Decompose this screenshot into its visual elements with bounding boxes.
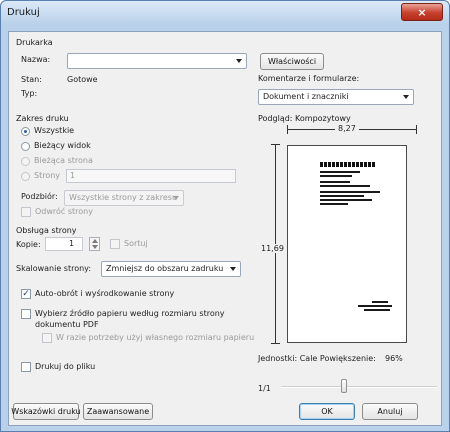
- range-pages-label: Strony: [34, 171, 61, 180]
- reverse-pages-label: Odwróć strony: [35, 207, 93, 216]
- scaling-select[interactable]: Zmniejsz do obszaru zadruku: [101, 261, 241, 277]
- chevron-down-icon: [173, 196, 179, 200]
- preview-text-line: [372, 301, 388, 303]
- copies-input[interactable]: 1: [45, 237, 83, 251]
- subset-value: Wszystkie strony z zakresu: [69, 193, 178, 202]
- print-to-file-label: Drukuj do pliku: [35, 362, 96, 371]
- preview-header-block: [320, 162, 376, 167]
- printer-status-label: Stan:: [21, 75, 42, 84]
- page-slider-track[interactable]: [281, 386, 437, 388]
- dialog-title: Drukuj: [7, 7, 40, 18]
- preview-text-line: [320, 195, 364, 197]
- preview-page: [287, 145, 407, 343]
- subset-label: Podzbiór:: [21, 192, 58, 201]
- height-dimension-tick-bottom: [271, 343, 280, 344]
- range-all-radio[interactable]: [21, 127, 30, 136]
- title-bar[interactable]: Drukuj ×: [1, 1, 449, 25]
- copies-value: 1: [69, 239, 75, 248]
- collate-checkbox[interactable]: [110, 239, 120, 249]
- width-dimension-tick-right: [416, 125, 417, 134]
- spinner-up-icon[interactable]: [92, 239, 98, 243]
- preview-width-value: 8,27: [335, 124, 359, 133]
- subset-select[interactable]: Wszystkie strony z zakresu: [64, 190, 184, 206]
- auto-rotate-checkbox[interactable]: ✓: [21, 289, 31, 299]
- page-slider-thumb[interactable]: [341, 379, 347, 393]
- custom-paper-label: W razie potrzeby użyj własnego rozmiaru …: [56, 333, 255, 342]
- preview-text-line: [320, 171, 360, 173]
- page-handling-title: Obsługa strony: [16, 226, 77, 235]
- cancel-button[interactable]: Anuluj: [362, 403, 418, 420]
- close-icon: ×: [417, 5, 427, 19]
- collate-label: Sortuj: [124, 239, 148, 248]
- pages-input-value: 1: [70, 171, 76, 180]
- print-range-title: Zakres druku: [16, 114, 69, 123]
- printer-name-select[interactable]: [67, 53, 247, 69]
- range-current-page-radio[interactable]: [21, 157, 30, 166]
- copies-label: Kopie:: [16, 240, 41, 249]
- chevron-down-icon: [403, 95, 409, 99]
- scaling-label: Skalowanie strony:: [16, 264, 92, 273]
- preview-text-line: [320, 185, 370, 187]
- properties-button[interactable]: Właściwości: [260, 53, 324, 70]
- printer-section-title: Drukarka: [16, 38, 53, 47]
- advanced-button[interactable]: Zaawansowane: [83, 403, 153, 420]
- range-pages-radio[interactable]: [21, 172, 30, 181]
- range-all-label: Wszystkie: [34, 126, 75, 135]
- comments-value: Dokument i znaczniki: [263, 92, 349, 101]
- paper-source-checkbox[interactable]: [21, 309, 31, 319]
- printer-name-label: Nazwa:: [21, 55, 51, 64]
- preview-units-label: Jednostki: Cale Powiększenie:: [258, 354, 376, 363]
- preview-height-value: 11,69: [261, 244, 284, 253]
- paper-source-label: Wybierz źródło papieru według rozmiaru s…: [35, 309, 225, 329]
- chevron-down-icon: [236, 59, 242, 63]
- reverse-pages-checkbox[interactable]: [21, 207, 31, 217]
- close-button[interactable]: ×: [401, 3, 443, 21]
- page-counter: 1/1: [258, 384, 271, 393]
- comments-label: Komentarze i formularze:: [258, 74, 360, 83]
- range-current-view-radio[interactable]: [21, 142, 30, 151]
- range-current-page-label: Bieżąca strona: [34, 156, 93, 165]
- scaling-value: Zmniejsz do obszaru zadruku: [106, 264, 224, 273]
- print-dialog-window: Drukuj × Drukarka Nazwa: Stan: Gotowe Ty…: [0, 0, 450, 432]
- preview-text-line: [320, 175, 352, 177]
- preview-text-line: [320, 203, 348, 205]
- preview-text-line: [320, 191, 380, 193]
- auto-rotate-label: Auto-obrót i wyśrodkowanie strony: [35, 289, 175, 298]
- print-tips-button[interactable]: Wskazówki druku: [11, 403, 81, 420]
- spinner-down-icon[interactable]: [92, 245, 98, 249]
- print-to-file-checkbox[interactable]: [21, 362, 31, 372]
- ok-button[interactable]: OK: [299, 403, 355, 420]
- preview-text-line: [320, 181, 350, 183]
- comments-select[interactable]: Dokument i znaczniki: [258, 89, 414, 105]
- chevron-down-icon: [230, 267, 236, 271]
- pages-input[interactable]: 1: [66, 169, 236, 183]
- preview-title: Podgląd: Kompozytowy: [258, 114, 351, 123]
- copies-spinner[interactable]: [89, 237, 100, 251]
- custom-paper-checkbox[interactable]: [42, 333, 52, 343]
- preview-text-line: [358, 305, 392, 307]
- preview-text-line: [364, 309, 390, 311]
- dialog-body: Drukarka Nazwa: Stan: Gotowe Typ: Właści…: [8, 31, 442, 426]
- preview-zoom-value: 96%: [385, 354, 403, 363]
- range-current-view-label: Bieżący widok: [34, 141, 91, 150]
- preview-text-line: [320, 199, 372, 201]
- printer-type-label: Typ:: [21, 89, 38, 98]
- printer-status-value: Gotowe: [67, 75, 98, 84]
